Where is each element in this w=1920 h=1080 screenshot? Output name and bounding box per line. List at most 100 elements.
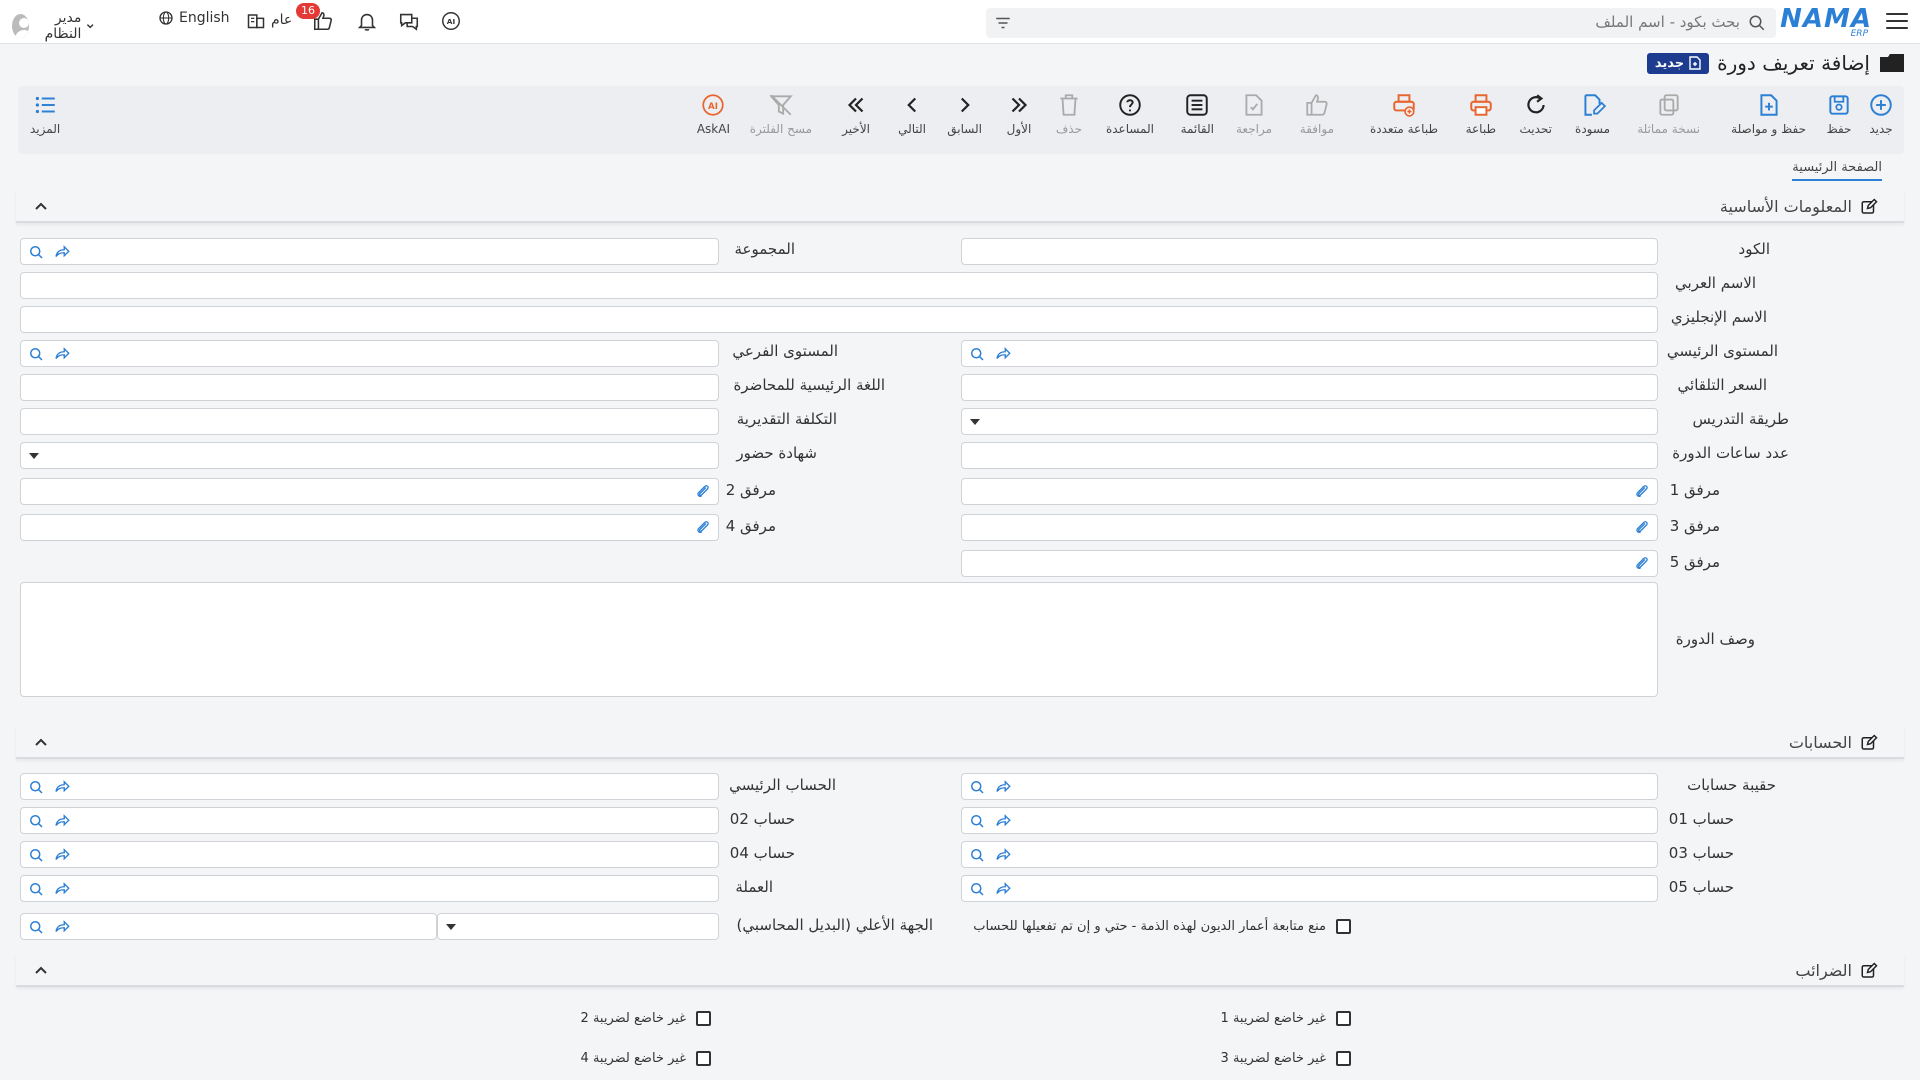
acc04-field[interactable] (20, 841, 719, 868)
tab-main[interactable]: الصفحة الرئيسية (1792, 160, 1882, 181)
save-button[interactable]: حفظ (1826, 92, 1852, 136)
paperclip-icon[interactable] (1633, 555, 1651, 573)
currency-field[interactable] (20, 875, 719, 902)
share-icon[interactable] (53, 345, 71, 363)
multi-print-button[interactable]: طباعة متعددة (1370, 92, 1438, 136)
last-button[interactable]: الأخير (842, 92, 870, 136)
review-button[interactable]: مراجعة (1236, 92, 1272, 136)
search-lookup-icon[interactable] (27, 880, 45, 898)
estimated-cost-field[interactable] (20, 408, 719, 435)
sub-level-field[interactable] (20, 340, 719, 367)
duplicate-button[interactable]: نسخة مماثلة (1637, 92, 1700, 136)
group-field[interactable] (20, 238, 719, 265)
share-icon[interactable] (994, 880, 1012, 898)
paperclip-icon[interactable] (1633, 483, 1651, 501)
first-button[interactable]: الأول (1006, 92, 1032, 136)
share-icon[interactable] (994, 345, 1012, 363)
print-button[interactable]: طباعة (1466, 92, 1496, 136)
higher-entity-select[interactable] (437, 913, 719, 940)
search-lookup-icon[interactable] (27, 918, 45, 936)
filter-icon[interactable] (994, 14, 1012, 32)
notifications-button[interactable] (356, 10, 378, 32)
english-name-field[interactable] (20, 306, 1658, 333)
search-lookup-icon[interactable] (968, 778, 986, 796)
askai-button[interactable]: AI AskAI (697, 92, 730, 136)
attach4-field[interactable] (20, 514, 719, 541)
taxes-section-header[interactable]: الضرائب (16, 955, 1904, 987)
prevent-aging-checkbox[interactable] (1336, 919, 1351, 934)
acc03-field[interactable] (961, 841, 1658, 868)
tax4-checkbox[interactable] (696, 1051, 711, 1066)
delete-button[interactable]: حذف (1056, 92, 1082, 136)
search-lookup-icon[interactable] (968, 812, 986, 830)
higher-entity-field[interactable] (20, 913, 437, 940)
search-lookup-icon[interactable] (27, 243, 45, 261)
search-lookup-icon[interactable] (968, 880, 986, 898)
acc02-field[interactable] (20, 807, 719, 834)
ai-assistant-button[interactable]: AI (440, 10, 462, 32)
main-language-field[interactable] (20, 374, 719, 401)
teaching-method-select[interactable] (961, 408, 1658, 435)
share-icon[interactable] (53, 812, 71, 830)
paperclip-icon[interactable] (1633, 519, 1651, 537)
next-button[interactable]: التالي (898, 92, 926, 136)
portfolio-field[interactable] (961, 773, 1658, 800)
paperclip-icon[interactable] (694, 519, 712, 537)
attendance-cert-select[interactable] (20, 442, 719, 469)
list-button[interactable]: القائمة (1181, 92, 1214, 136)
share-icon[interactable] (53, 918, 71, 936)
share-icon[interactable] (994, 846, 1012, 864)
tax3-checkbox[interactable] (1336, 1051, 1351, 1066)
attach5-field[interactable] (961, 550, 1658, 577)
draft-button[interactable]: مسودة (1575, 92, 1610, 136)
course-hours-field[interactable] (961, 442, 1658, 469)
new-button[interactable]: جديد (1868, 92, 1894, 136)
clear-filter-button[interactable]: مسح الفلترة (750, 92, 812, 136)
accounts-section-header[interactable]: الحسابات (16, 727, 1904, 759)
approvals-button[interactable]: 16 (296, 3, 334, 32)
chevron-up-icon[interactable] (34, 199, 48, 213)
search-lookup-icon[interactable] (27, 846, 45, 864)
messages-button[interactable] (398, 10, 420, 32)
approve-button[interactable]: موافقة (1300, 92, 1334, 136)
search-lookup-icon[interactable] (27, 778, 45, 796)
share-icon[interactable] (53, 778, 71, 796)
refresh-button[interactable]: تحديث (1519, 92, 1552, 136)
search-lookup-icon[interactable] (27, 812, 45, 830)
share-icon[interactable] (994, 778, 1012, 796)
branch-switch[interactable]: عام (246, 10, 292, 30)
tax2-checkbox[interactable] (696, 1011, 711, 1026)
language-switch[interactable]: English (158, 10, 230, 26)
chevron-up-icon[interactable] (34, 963, 48, 977)
arabic-name-field[interactable] (20, 272, 1658, 299)
chevron-up-icon[interactable] (34, 735, 48, 749)
share-icon[interactable] (53, 880, 71, 898)
search-input[interactable]: بحث بكود - اسم الملف (986, 8, 1776, 38)
save-continue-button[interactable]: حفظ و مواصلة (1731, 92, 1806, 136)
description-textarea[interactable] (20, 582, 1658, 697)
attach1-field[interactable] (961, 478, 1658, 505)
tax1-checkbox[interactable] (1336, 1011, 1351, 1026)
search-lookup-icon[interactable] (968, 846, 986, 864)
paperclip-icon[interactable] (694, 483, 712, 501)
main-level-field[interactable] (961, 340, 1658, 367)
main-account-field[interactable] (20, 773, 719, 800)
share-icon[interactable] (994, 812, 1012, 830)
search-lookup-icon[interactable] (968, 345, 986, 363)
attach2-field[interactable] (20, 478, 719, 505)
more-button[interactable]: المزيد (30, 92, 60, 136)
share-icon[interactable] (53, 243, 71, 261)
auto-price-field[interactable] (961, 374, 1658, 401)
previous-button[interactable]: السابق (947, 92, 982, 136)
menu-icon[interactable] (1886, 10, 1908, 32)
basic-info-section-header[interactable]: المعلومات الأساسية (16, 191, 1904, 223)
user-menu[interactable]: مدير النظام (12, 10, 95, 42)
acc01-field[interactable] (961, 807, 1658, 834)
code-field[interactable] (961, 238, 1658, 265)
search-lookup-icon[interactable] (27, 345, 45, 363)
logo[interactable]: NAMA ERP (1780, 4, 1872, 39)
acc05-field[interactable] (961, 875, 1658, 902)
share-icon[interactable] (53, 846, 71, 864)
attach3-field[interactable] (961, 514, 1658, 541)
help-button[interactable]: المساعدة (1106, 92, 1154, 136)
